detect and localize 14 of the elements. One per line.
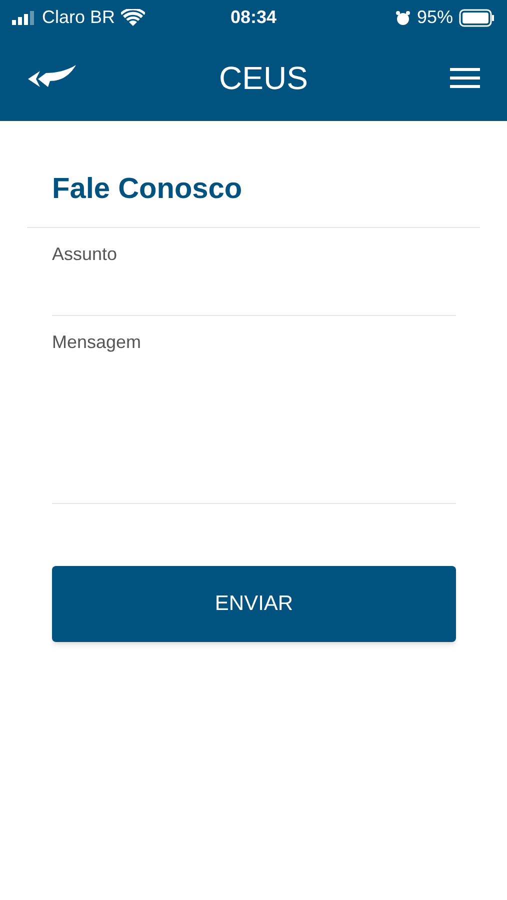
menu-icon: [450, 68, 480, 88]
field-label: Assunto: [52, 243, 118, 266]
signal-icon: [12, 10, 36, 24]
alarm-icon: [394, 10, 411, 26]
field-label: Mensagem: [52, 331, 142, 354]
clock-time: 08:34: [230, 6, 277, 29]
submit-button[interactable]: ENVIAR: [52, 566, 456, 642]
carrier-name: Claro BR: [42, 6, 116, 29]
wifi-icon: [121, 8, 146, 26]
app-title: CEUS: [219, 59, 308, 98]
page-title: Fale Conosco: [52, 172, 244, 207]
battery-icon: [459, 8, 495, 26]
menu-button[interactable]: [449, 66, 481, 90]
battery-percent: 95%: [416, 6, 453, 29]
